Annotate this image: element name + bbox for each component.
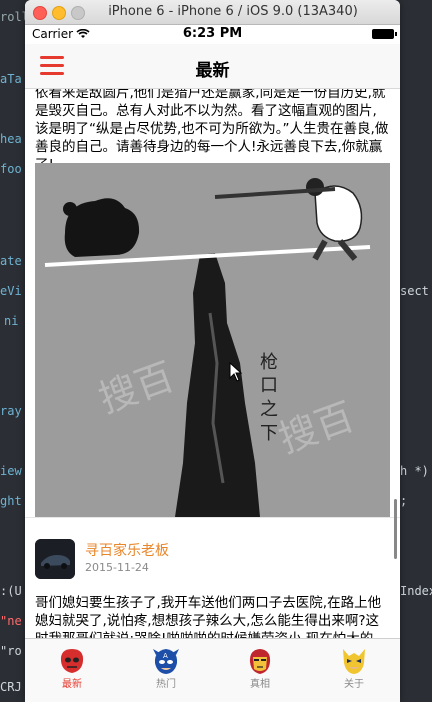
page-title: 最新 (195, 61, 230, 81)
simulator-titlebar: iPhone 6 - iPhone 6 / iOS 9.0 (13A340) (25, 0, 400, 25)
bg-code-fragment: foo (0, 162, 22, 176)
tab-label: 最新 (62, 679, 82, 690)
bg-code-fragment: sect (400, 284, 429, 298)
tab-label: 热门 (156, 679, 176, 690)
bg-code-fragment: ate (0, 254, 22, 268)
tab-truth[interactable]: 真相 (213, 639, 307, 691)
tab-latest[interactable]: 最新 (25, 639, 119, 691)
svg-text:A: A (163, 652, 168, 660)
status-time: 6:23 PM (182, 26, 243, 41)
captain-america-mask-icon: A (152, 647, 180, 675)
post-text: 依看来是敌圆片,他们是猎户还是赢家,同是是一份自历史,就是毁灭自己。总有人对此不… (35, 89, 389, 173)
avatar[interactable] (35, 539, 75, 579)
author-name[interactable]: 寻百家乐老板 (85, 540, 169, 560)
tab-about[interactable]: 关于 (307, 639, 400, 691)
bg-code-fragment: "ro (0, 644, 22, 658)
tab-label: 真相 (250, 679, 270, 690)
tab-bar: 最新 A 热门 真相 关于 (25, 638, 400, 702)
zoom-window-button[interactable] (71, 6, 85, 20)
bg-code-fragment: :(U (0, 584, 22, 598)
svg-text:下: 下 (260, 423, 278, 444)
bg-code-fragment: CRJ (0, 680, 22, 694)
battery-icon (372, 29, 397, 39)
close-window-button[interactable] (33, 6, 47, 20)
bg-code-fragment: eVi (0, 284, 22, 298)
svg-text:口: 口 (260, 375, 278, 396)
bg-code-fragment: ray (0, 404, 22, 418)
status-bar: Carrier 6:23 PM (25, 24, 400, 44)
iron-man-mask-icon (246, 647, 274, 675)
bg-code-fragment: iew (0, 464, 22, 478)
window-title: iPhone 6 - iPhone 6 / iOS 9.0 (13A340) (108, 4, 358, 19)
tab-hot[interactable]: A 热门 (119, 639, 213, 691)
red-hood-mask-icon (58, 647, 86, 675)
bg-code-fragment: Index (400, 584, 432, 598)
wolverine-mask-icon (340, 647, 368, 675)
svg-text:之: 之 (260, 399, 278, 420)
bg-code-fragment: hea (0, 132, 22, 146)
scroll-indicator (394, 499, 397, 559)
post-image[interactable]: 搜百 搜百 枪 口 之 下 (35, 163, 390, 517)
mouse-pointer-icon (229, 361, 243, 386)
svg-text:枪: 枪 (260, 352, 278, 373)
simulator-window: iPhone 6 - iPhone 6 / iOS 9.0 (13A340) C… (25, 0, 400, 702)
bg-code-fragment: ; (400, 494, 408, 508)
feed-scroll-view[interactable]: 依看来是敌圆片,他们是猎户还是赢家,同是是一份自历史,就是毁灭自己。总有人对此不… (25, 89, 400, 638)
bg-code-fragment: ni (4, 314, 19, 328)
navigation-bar: 最新 (25, 44, 400, 89)
bg-code-fragment: h *) (400, 464, 429, 478)
post-text: 哥们媳妇要生孩子了,我开车送他们两口子去医院,在路上他媳妇就哭了,说怕疼,想想孩… (35, 595, 382, 638)
tab-label: 关于 (344, 679, 364, 690)
minimize-window-button[interactable] (52, 6, 66, 20)
post-date: 2015-11-24 (85, 561, 149, 574)
bg-code-fragment: "ne (0, 614, 22, 628)
card-divider (25, 517, 400, 518)
bg-code-fragment: aTa (0, 72, 22, 86)
bg-code-fragment: ght (0, 494, 22, 508)
